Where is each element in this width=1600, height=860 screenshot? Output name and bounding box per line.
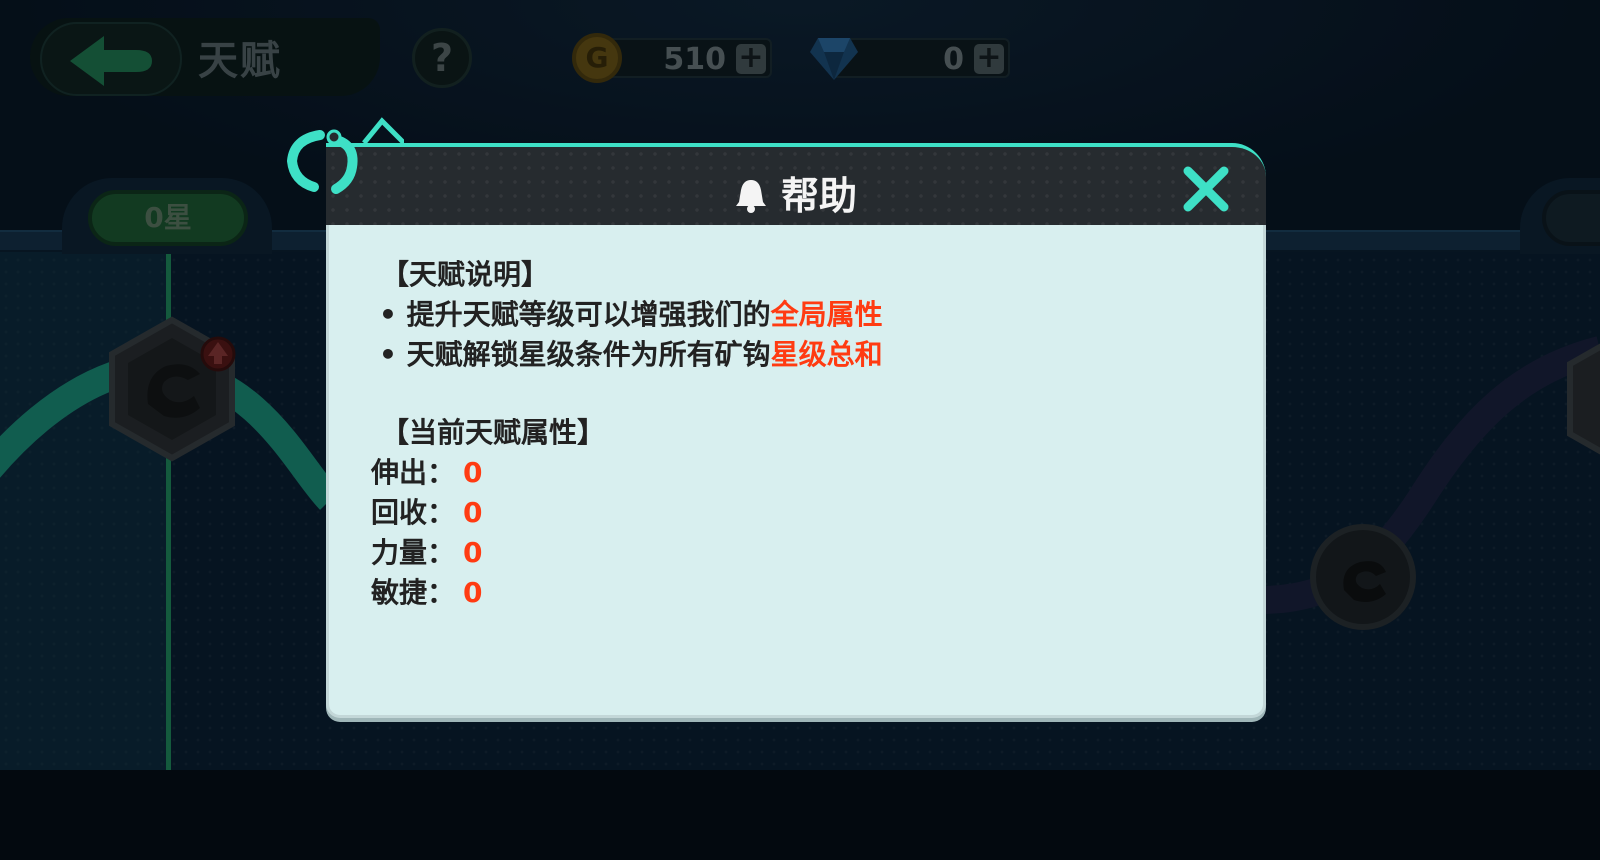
stat-value: 0 — [463, 456, 483, 489]
help-dialog-body: 【天赋说明】 • 提升天赋等级可以增强我们的全局属性 • 天赋解锁星级条件为所有… — [326, 225, 1266, 718]
stat-power: 力量： 0 — [371, 531, 483, 571]
bullet-highlight: 全局属性 — [770, 298, 883, 331]
bullet-text: • 提升天赋等级可以增强我们的 — [379, 298, 771, 331]
bullet-global-attrs: • 提升天赋等级可以增强我们的全局属性 — [379, 293, 883, 333]
help-dialog-title: 帮助 — [326, 165, 1266, 220]
stat-extend: 伸出： 0 — [371, 451, 483, 491]
current-attrs-heading: 【当前天赋属性】 — [381, 416, 606, 449]
stat-value: 0 — [463, 576, 483, 609]
stat-value: 0 — [463, 496, 483, 529]
bell-icon — [735, 179, 766, 213]
help-dialog-title-text: 帮助 — [780, 174, 857, 218]
stat-agility: 敏捷： 0 — [371, 571, 483, 611]
close-x-icon[interactable] — [1178, 161, 1234, 217]
bullet-star-unlock: • 天赋解锁星级条件为所有矿钩星级总和 — [379, 333, 883, 373]
stat-label: 敏捷： — [371, 576, 456, 609]
bullet-highlight: 星级总和 — [770, 338, 883, 371]
help-dialog: 帮助 【天赋说明】 • 提升天赋等级可以增强我们的全局属性 • 天赋解锁星级条件… — [286, 117, 1266, 718]
help-dialog-header: 帮助 — [326, 143, 1266, 225]
stat-label: 回收： — [371, 496, 456, 529]
bullet-text: • 天赋解锁星级条件为所有矿钩 — [379, 338, 771, 371]
claw-decoration-icon — [286, 117, 404, 194]
stat-retract: 回收： 0 — [371, 491, 483, 531]
stat-label: 力量： — [371, 536, 456, 569]
stat-value: 0 — [463, 536, 483, 569]
talent-info-heading: 【天赋说明】 — [381, 258, 550, 291]
stat-label: 伸出： — [371, 456, 456, 489]
